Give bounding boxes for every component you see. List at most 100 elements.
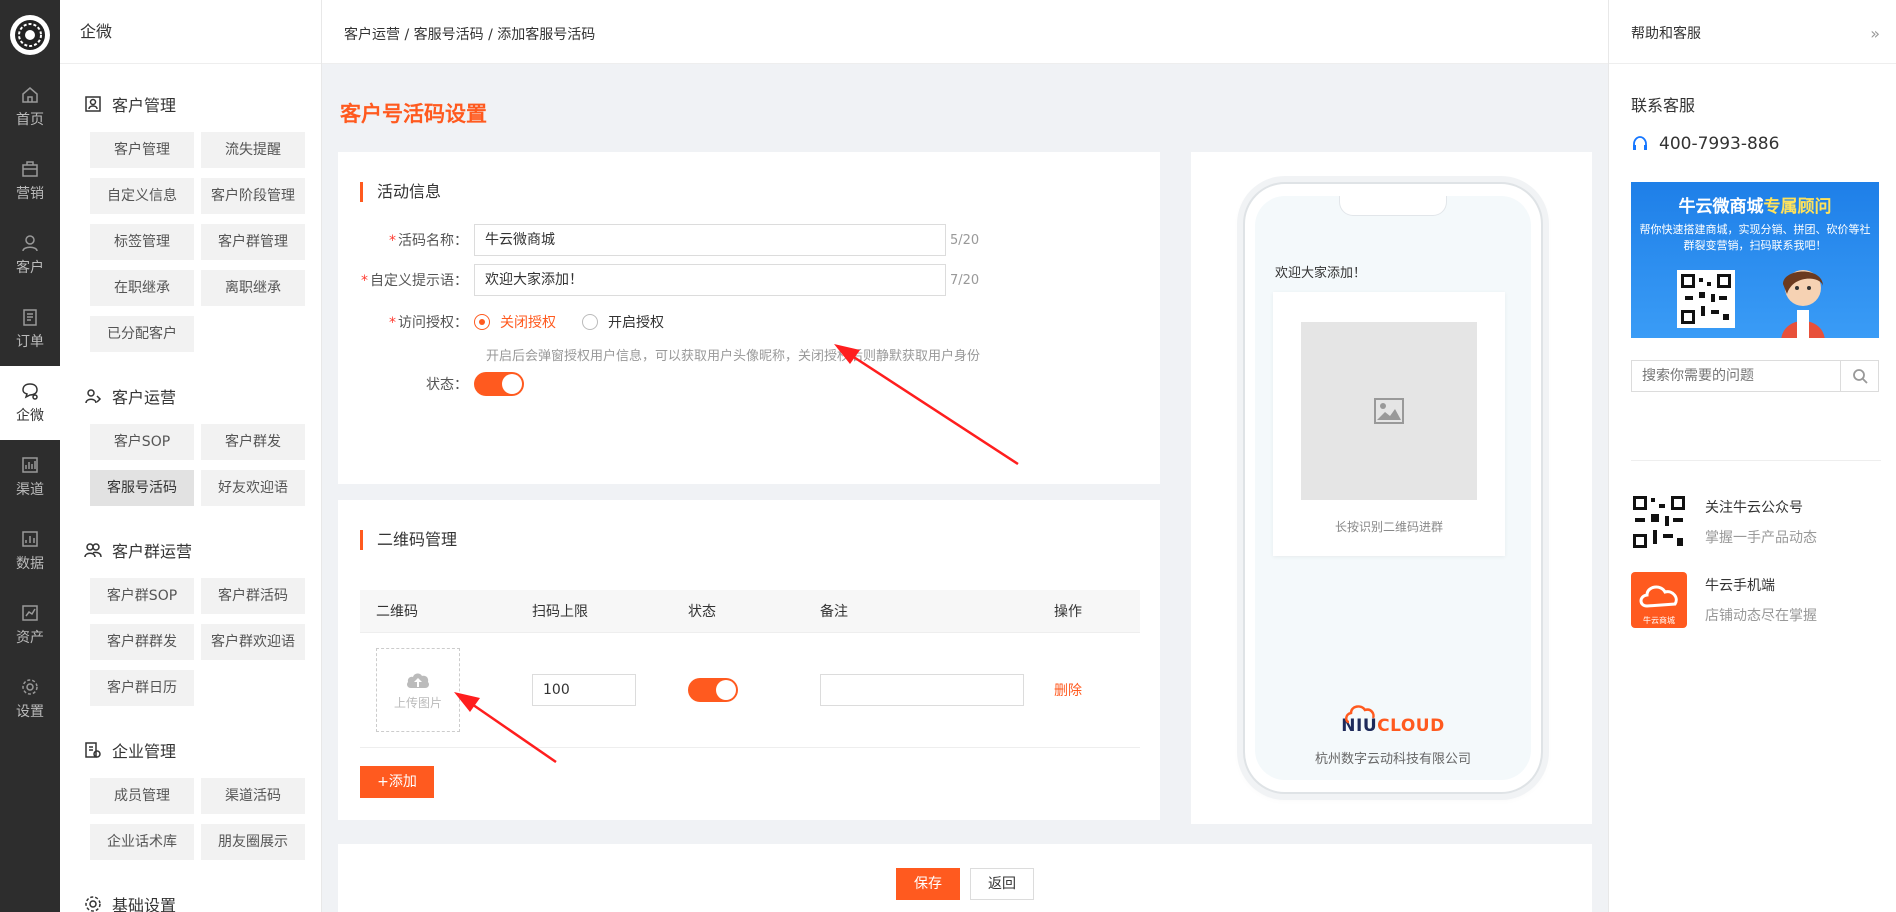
follow-official-account[interactable]: 关注牛云公众号 掌握一手产品动态 <box>1631 494 1817 550</box>
activity-info-card: 活动信息 * 活码名称： 牛云微商城 5/20 * 自定义提示语： 欢迎大家添加！ … <box>338 152 1160 484</box>
menu-item-group-calendar[interactable]: 客户群日历 <box>90 670 194 706</box>
back-button[interactable]: 返回 <box>970 868 1034 900</box>
advisor-banner[interactable]: 牛云微商城专属顾问 帮你快速搭建商城，实现分销、拼团、砍价等社群裂变营销，扫码联… <box>1631 182 1879 338</box>
menu-item-assigned-customer[interactable]: 已分配客户 <box>90 316 194 352</box>
submenu-title: 企微 <box>60 0 321 64</box>
name-counter: 5/20 <box>950 232 980 248</box>
table-row: 上传图片 100 删除 <box>360 632 1140 748</box>
menu-item-group-sop[interactable]: 客户群SOP <box>90 578 194 614</box>
settings-icon <box>22 679 38 695</box>
search-button[interactable] <box>1840 361 1878 391</box>
rail-item-asset[interactable]: 资产 <box>0 588 60 662</box>
mobile-app[interactable]: 牛云商城 牛云手机端 店铺动态尽在掌握 <box>1631 572 1817 628</box>
order-icon <box>23 309 37 326</box>
company-name: 杭州数字云动科技有限公司 <box>1314 752 1471 767</box>
rail-item-customer[interactable]: 客户 <box>0 218 60 292</box>
group-title: 客户管理 <box>60 82 321 126</box>
rail-item-data[interactable]: 数据 <box>0 514 60 588</box>
rail-item-channel[interactable]: 渠道 <box>0 440 60 514</box>
collapse-icon[interactable]: » <box>1870 0 1880 68</box>
menu-item-customer-manage[interactable]: 客户管理 <box>90 132 194 168</box>
menu-item-moments[interactable]: 朋友圈展示 <box>201 824 305 860</box>
auth-hint: 开启后会弹窗授权用户信息，可以获取用户头像昵称，关闭授权后则静默获取用户身份 <box>486 349 981 364</box>
menu-item-stage-manage[interactable]: 客户阶段管理 <box>201 178 305 214</box>
group-title: 企业管理 <box>60 728 321 772</box>
rail-item-settings[interactable]: 设置 <box>0 662 60 736</box>
qrcode-status-toggle[interactable] <box>688 678 738 702</box>
contact-card-icon <box>85 96 101 112</box>
phone-notch <box>1339 196 1447 216</box>
contact-title: 联系客服 <box>1631 96 1696 115</box>
asset-icon <box>22 605 38 621</box>
menu-group-basic-settings: 基础设置 <box>60 882 321 912</box>
menu-item-on-job-inherit[interactable]: 在职继承 <box>90 270 194 306</box>
main-nav-rail: 首页 营销 客户 订单 企微 渠道 数据 资产 设置 <box>0 0 60 912</box>
menu-group-customer-ops: 客户运营 客户SOP 客户群发 客服号活码 好友欢迎语 <box>60 374 321 510</box>
menu-item-channel-qrcode[interactable]: 渠道活码 <box>201 778 305 814</box>
qrcode-icon <box>1633 496 1685 548</box>
service-phone: 400-7993-886 <box>1631 134 1779 154</box>
auth-on-radio[interactable]: 开启授权 <box>582 312 664 332</box>
status-toggle[interactable] <box>474 372 524 396</box>
qrcode-name-input[interactable]: 牛云微商城 <box>474 224 946 256</box>
custom-tip-input[interactable]: 欢迎大家添加！ <box>474 264 946 296</box>
logo-icon <box>10 15 50 55</box>
form-footer: 保存 返回 <box>338 844 1592 912</box>
search-icon <box>1852 369 1868 384</box>
sub-menu: 企微 客户管理 客户管理 流失提醒 自定义信息 客户阶段管理 标签管理 客户群管… <box>60 0 322 912</box>
scan-limit-input[interactable]: 100 <box>532 674 636 706</box>
form-row-auth: * 访问授权： 关闭授权 开启授权 <box>338 312 690 332</box>
menu-item-churn-alert[interactable]: 流失提醒 <box>201 132 305 168</box>
group-title: 客户群运营 <box>60 528 321 572</box>
menu-item-group-manage[interactable]: 客户群管理 <box>201 224 305 260</box>
table-header: 二维码 扫码上限 状态 备注 操作 <box>360 590 1140 632</box>
menu-item-customer-sop[interactable]: 客户SOP <box>90 424 194 460</box>
phone-screen: 欢迎大家添加！ 长按识别二维码进群 NIUCLOUD 杭州数字云动科技有限公司 <box>1255 196 1531 780</box>
cloud-upload-icon <box>407 672 429 688</box>
headset-icon <box>1633 136 1647 150</box>
rail-item-wecom[interactable]: 企微 <box>0 366 60 440</box>
remark-input[interactable] <box>820 674 1024 706</box>
rail-item-home[interactable]: 首页 <box>0 70 60 144</box>
preview-welcome: 欢迎大家添加！ <box>1275 266 1367 281</box>
enterprise-icon <box>85 742 101 758</box>
menu-item-group-welcome[interactable]: 客户群欢迎语 <box>201 624 305 660</box>
user-ops-icon <box>85 389 102 404</box>
page-title: 客户号活码设置 <box>340 102 487 126</box>
menu-item-friend-welcome[interactable]: 好友欢迎语 <box>201 470 305 506</box>
menu-group-customer-manage: 客户管理 客户管理 流失提醒 自定义信息 客户阶段管理 标签管理 客户群管理 在… <box>60 82 321 356</box>
section-title: 活动信息 <box>360 182 441 202</box>
menu-item-group-qrcode[interactable]: 客户群活码 <box>201 578 305 614</box>
help-search <box>1631 360 1879 392</box>
delete-link[interactable]: 删除 <box>1054 683 1082 699</box>
channel-icon <box>22 457 38 473</box>
save-button[interactable]: 保存 <box>896 868 960 900</box>
app-logo[interactable] <box>0 0 60 70</box>
rail-item-order[interactable]: 订单 <box>0 292 60 366</box>
phone-preview-card: 欢迎大家添加！ 长按识别二维码进群 NIUCLOUD 杭州数字云动科技有限公司 <box>1191 152 1592 824</box>
auth-off-radio[interactable]: 关闭授权 <box>474 312 556 332</box>
group-title: 基础设置 <box>60 882 321 912</box>
menu-item-customer-broadcast[interactable]: 客户群发 <box>201 424 305 460</box>
menu-item-resign-inherit[interactable]: 离职继承 <box>201 270 305 306</box>
breadcrumb: 客户运营 / 客服号活码 / 添加客服号活码 <box>322 0 1608 64</box>
image-placeholder-icon <box>1374 398 1404 424</box>
help-search-input[interactable] <box>1632 361 1840 391</box>
menu-item-custom-info[interactable]: 自定义信息 <box>90 178 194 214</box>
qrcode-icon <box>1681 274 1731 324</box>
menu-item-tag-manage[interactable]: 标签管理 <box>90 224 194 260</box>
menu-item-member-manage[interactable]: 成员管理 <box>90 778 194 814</box>
brand-logo: NIUCLOUD <box>1255 705 1531 736</box>
section-title: 二维码管理 <box>360 530 457 550</box>
menu-item-service-qrcode[interactable]: 客服号活码 <box>90 470 194 506</box>
users-icon <box>84 543 102 558</box>
rail-item-marketing[interactable]: 营销 <box>0 144 60 218</box>
add-qrcode-button[interactable]: +添加 <box>360 766 434 798</box>
menu-group-group-ops: 客户群运营 客户群SOP 客户群活码 客户群群发 客户群欢迎语 客户群日历 <box>60 528 321 710</box>
menu-item-script-library[interactable]: 企业话术库 <box>90 824 194 860</box>
data-icon <box>22 531 38 547</box>
home-icon <box>22 87 38 103</box>
qr-placeholder <box>1301 322 1477 500</box>
upload-image-button[interactable]: 上传图片 <box>376 648 460 732</box>
menu-item-group-broadcast[interactable]: 客户群群发 <box>90 624 194 660</box>
